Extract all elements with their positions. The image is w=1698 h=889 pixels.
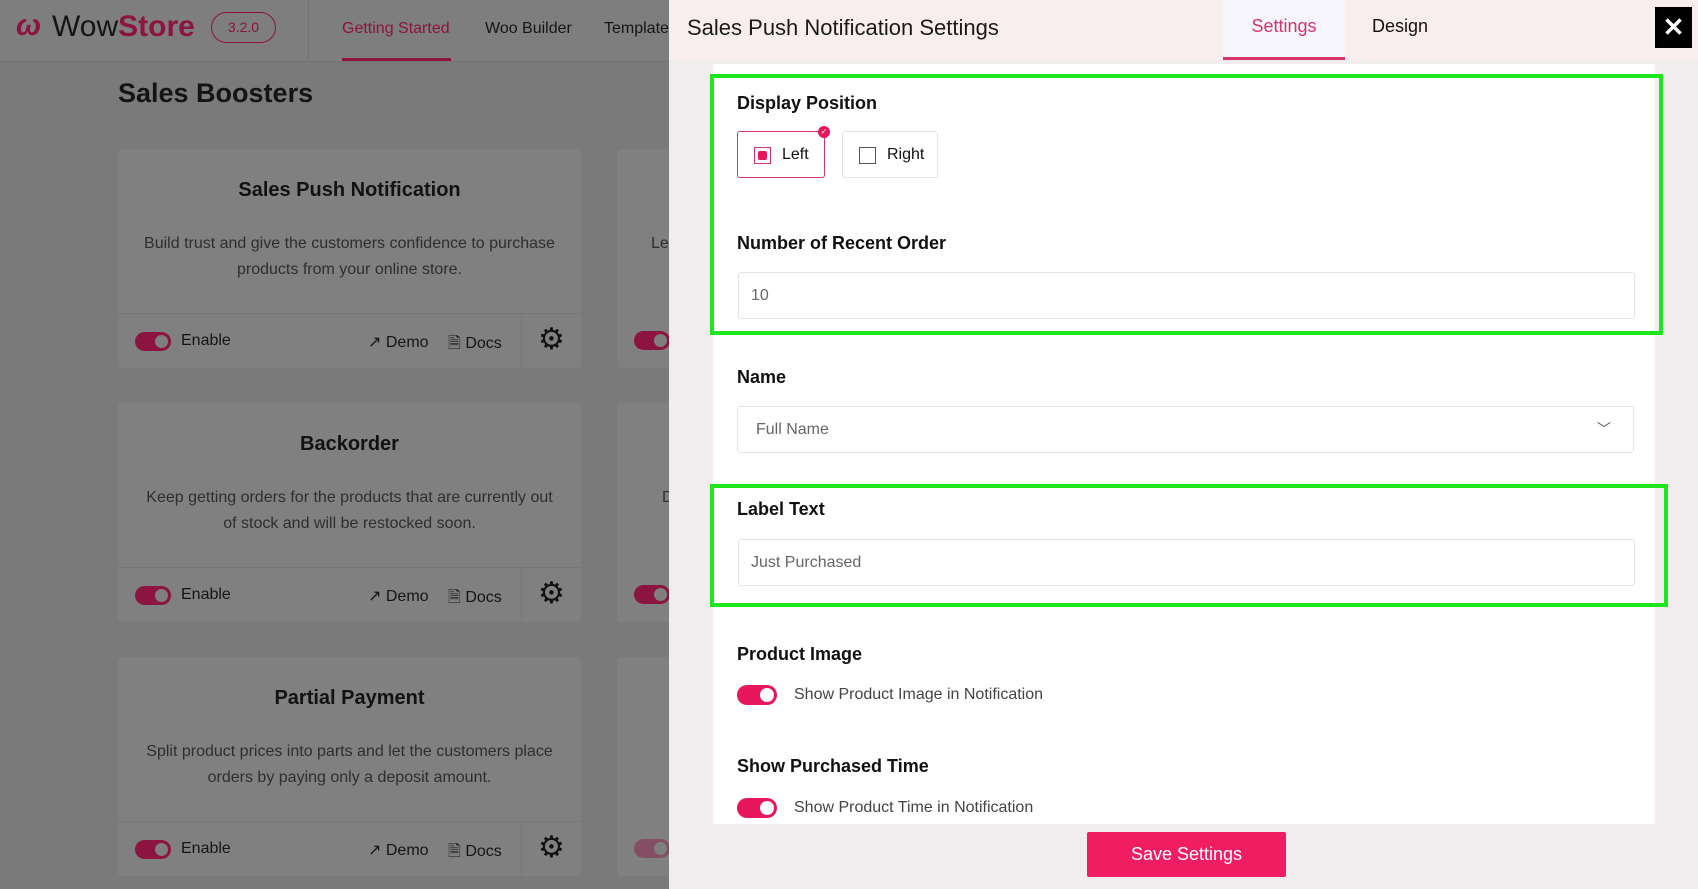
brand-prefix: Wow xyxy=(52,10,119,43)
wowstore-logo-icon: ω xyxy=(16,9,42,42)
page-title: Sales Boosters xyxy=(118,78,314,108)
option-label: Right xyxy=(887,146,925,163)
purchased-time-toggle-label: Show Product Time in Notification xyxy=(794,799,1034,816)
chevron-down-icon: ﹀ xyxy=(1597,421,1611,437)
card-partial: Le xyxy=(617,149,677,368)
card-partial-payment: Partial Payment Split product prices int… xyxy=(118,657,581,877)
product-image-label: Product Image xyxy=(737,644,863,664)
close-icon: ✕ xyxy=(1662,12,1685,42)
nav-getting-started[interactable]: Getting Started xyxy=(342,20,450,38)
docs-link[interactable]: 🗎 Docs xyxy=(448,586,502,613)
demo-label: Demo xyxy=(385,842,429,859)
card-sales-push: Sales Push Notification Build trust and … xyxy=(118,149,581,369)
nav-template[interactable]: Template xyxy=(604,20,669,38)
card-title: Partial Payment xyxy=(274,687,425,709)
gear-icon: ⚙ xyxy=(538,577,565,610)
card-desc-partial: Le xyxy=(651,235,669,252)
card-title: Sales Push Notification xyxy=(238,179,461,201)
option-label: Left xyxy=(782,146,809,163)
save-settings-button[interactable]: Save Settings xyxy=(1087,832,1286,877)
display-position-label: Display Position xyxy=(737,93,878,113)
selected-check-icon: ✓ xyxy=(818,126,830,138)
external-link-icon: ↗ xyxy=(368,334,386,351)
recent-order-label: Number of Recent Order xyxy=(737,233,947,253)
position-option-right[interactable]: Right xyxy=(842,131,938,178)
checkbox xyxy=(859,147,876,164)
product-image-toggle[interactable] xyxy=(737,685,777,705)
version-badge: 3.2.0 xyxy=(211,12,276,43)
logo[interactable]: ω WowStore xyxy=(16,10,195,44)
document-icon: 🗎 xyxy=(448,335,466,352)
card-desc: Split product prices into parts and let … xyxy=(146,743,553,786)
external-link-icon: ↗ xyxy=(368,588,386,605)
settings-gear-button[interactable]: ⚙ xyxy=(521,314,581,369)
enable-label: Enable xyxy=(181,586,231,603)
document-icon: 🗎 xyxy=(448,589,466,606)
settings-panel: Sales Push Notification Settings Setting… xyxy=(669,0,1698,889)
close-button[interactable]: ✕ xyxy=(1655,7,1692,48)
product-image-toggle-label: Show Product Image in Notification xyxy=(794,686,1044,703)
name-select[interactable]: Full Name ﹀ xyxy=(737,406,1634,453)
docs-label: Docs xyxy=(465,843,502,860)
settings-gear-button[interactable]: ⚙ xyxy=(521,568,581,623)
label-text-input[interactable]: Just Purchased xyxy=(738,539,1635,586)
demo-label: Demo xyxy=(385,588,429,605)
label-text-label: Label Text xyxy=(737,499,825,519)
enable-toggle[interactable] xyxy=(135,840,171,859)
docs-label: Docs xyxy=(465,589,502,606)
nav-woo-builder[interactable]: Woo Builder xyxy=(485,20,572,38)
brand-suffix: Store xyxy=(118,10,195,43)
demo-link[interactable]: ↗ Demo xyxy=(368,586,429,606)
docs-link[interactable]: 🗎 Docs xyxy=(448,332,502,359)
tab-design[interactable]: Design xyxy=(1345,0,1455,60)
demo-link[interactable]: ↗ Demo xyxy=(368,840,429,860)
settings-gear-button[interactable]: ⚙ xyxy=(521,822,581,877)
card-desc: Build trust and give the customers confi… xyxy=(144,235,555,278)
name-label: Name xyxy=(737,367,787,387)
purchased-time-toggle[interactable] xyxy=(737,798,777,818)
external-link-icon: ↗ xyxy=(368,842,386,859)
panel-header: Sales Push Notification Settings Setting… xyxy=(669,0,1698,60)
panel-title: Sales Push Notification Settings xyxy=(687,15,999,40)
enable-toggle[interactable] xyxy=(634,839,670,858)
purchased-time-label: Show Purchased Time xyxy=(737,756,929,776)
enable-label: Enable xyxy=(181,840,231,857)
demo-label: Demo xyxy=(385,334,429,351)
card-partial: D xyxy=(617,403,677,622)
enable-label: Enable xyxy=(181,332,231,349)
enable-toggle[interactable] xyxy=(135,332,171,351)
tab-settings[interactable]: Settings xyxy=(1223,0,1345,60)
top-bar: ω WowStore 3.2.0 Getting Started Woo Bui… xyxy=(0,0,669,62)
enable-toggle[interactable] xyxy=(135,586,171,605)
enable-toggle[interactable] xyxy=(634,585,670,604)
enable-toggle[interactable] xyxy=(634,331,670,350)
card-desc: Keep getting orders for the products tha… xyxy=(146,489,553,532)
recent-order-input[interactable]: 10 xyxy=(738,272,1635,319)
position-option-left[interactable]: Left ✓ xyxy=(737,126,830,178)
card-partial xyxy=(617,657,677,876)
docs-link[interactable]: 🗎 Docs xyxy=(448,840,502,867)
panel-footer: Save Settings xyxy=(669,824,1698,889)
checkbox-checked xyxy=(754,147,771,164)
divider xyxy=(308,0,309,62)
demo-link[interactable]: ↗ Demo xyxy=(368,332,429,352)
gear-icon: ⚙ xyxy=(538,323,565,356)
name-select-value: Full Name xyxy=(756,421,829,438)
gear-icon: ⚙ xyxy=(538,831,565,864)
docs-label: Docs xyxy=(465,335,502,352)
card-backorder: Backorder Keep getting orders for the pr… xyxy=(118,403,581,623)
card-title: Backorder xyxy=(300,433,399,455)
settings-form: Display Position Left ✓ Right Number of … xyxy=(710,64,1668,824)
document-icon: 🗎 xyxy=(448,843,466,860)
nav-active-indicator xyxy=(342,58,451,61)
